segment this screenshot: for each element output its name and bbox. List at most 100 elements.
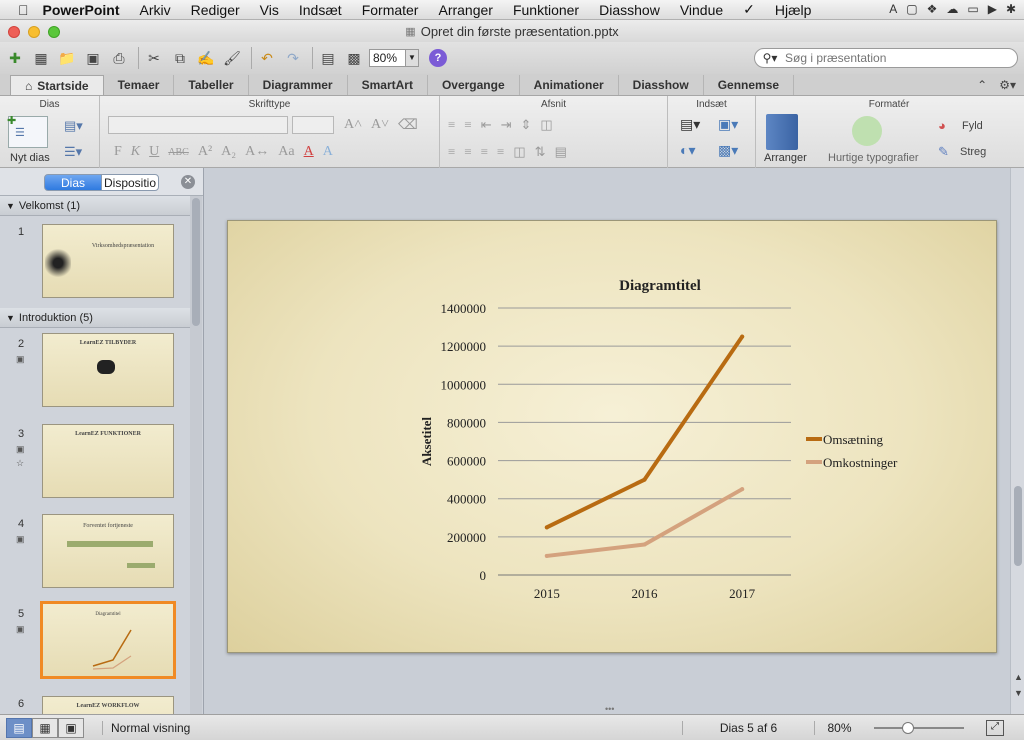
numbering-icon[interactable]: ≡ xyxy=(464,117,471,133)
bullets-icon[interactable]: ≡ xyxy=(448,117,455,133)
tab-slides[interactable]: Dias xyxy=(44,174,102,191)
prev-slide-icon[interactable]: ▲ xyxy=(1014,672,1023,682)
slide-preview[interactable]: LearnEZ WORKFLOW xyxy=(42,696,174,714)
arrange-icon[interactable] xyxy=(766,114,798,150)
superscript-icon[interactable]: A² xyxy=(198,144,212,160)
dropbox-icon[interactable]: ❖ xyxy=(927,2,938,16)
cloud-icon[interactable]: ☁ xyxy=(946,2,958,16)
tab-diagrammer[interactable]: Diagrammer xyxy=(249,75,348,95)
slide-preview[interactable]: Virksomhedspræsentation xyxy=(42,224,174,298)
section-header[interactable]: ▼ Introduktion (5) xyxy=(0,308,190,328)
arrange-button[interactable]: Arranger xyxy=(764,152,807,164)
fill-button[interactable]: Fyld xyxy=(962,120,983,132)
normal-view-button[interactable]: ▤ xyxy=(6,717,32,738)
text-direction-icon[interactable]: ⇅ xyxy=(535,144,546,160)
media-icon[interactable]: ▩▾ xyxy=(718,142,738,159)
slide-preview-selected[interactable]: Diagramtitel xyxy=(40,601,176,679)
zoom-slider[interactable] xyxy=(874,721,964,734)
tab-smartart[interactable]: SmartArt xyxy=(348,75,428,95)
quick-styles-button[interactable]: Hurtige typografier xyxy=(828,152,919,164)
scroll-thumb[interactable] xyxy=(1014,486,1022,566)
apple-icon[interactable]:  xyxy=(18,2,29,18)
text-box-icon[interactable]: ▤▾ xyxy=(680,116,700,133)
sorter-view-button[interactable]: ▦ xyxy=(32,717,58,738)
menu-app-name[interactable]: PowerPoint xyxy=(43,2,120,18)
shrink-font-icon[interactable]: A˅ xyxy=(371,117,389,133)
tab-gennemse[interactable]: Gennemse xyxy=(704,75,795,95)
quick-styles-icon[interactable] xyxy=(852,116,882,146)
menu-vis[interactable]: Vis xyxy=(260,2,279,18)
slide-preview[interactable]: Forventet fortjeneste xyxy=(42,514,174,588)
search-input[interactable] xyxy=(785,51,1005,65)
format-painter-icon[interactable]: 🖌 xyxy=(221,47,243,69)
help-icon[interactable]: ? xyxy=(429,49,447,67)
slide-thumbnail[interactable]: 1 Virksomhedspræsentation xyxy=(0,216,190,306)
search-icon[interactable]: ⚲▾ xyxy=(755,51,785,65)
chart[interactable]: Diagramtitel 0 200000 400000 600000 800000 100… xyxy=(228,221,998,654)
tab-diasshow[interactable]: Diasshow xyxy=(619,75,704,95)
line-icon[interactable]: ✎ xyxy=(938,144,949,160)
bluetooth-icon[interactable]: ✱ xyxy=(1006,2,1016,16)
italic-icon[interactable]: K xyxy=(131,144,140,160)
shape-icon[interactable]: ◐▾ xyxy=(680,142,695,159)
slide-thumbnail[interactable]: 5 ▣ Diagramtitel xyxy=(0,598,190,688)
search-box[interactable]: ⚲▾ xyxy=(754,48,1018,68)
current-slide[interactable]: Diagramtitel 0 200000 400000 600000 800000 100… xyxy=(227,220,997,653)
gallery-icon[interactable]: ▩ xyxy=(343,47,365,69)
line-button[interactable]: Streg xyxy=(960,146,986,158)
template-icon[interactable]: ▦ xyxy=(30,47,52,69)
editor-scrollbar[interactable]: ▲ ▼ xyxy=(1010,168,1024,714)
new-icon[interactable]: ✚ xyxy=(4,47,26,69)
section-icon[interactable]: ☰▾ xyxy=(64,144,82,160)
layout-icon[interactable]: ▤▾ xyxy=(64,118,83,134)
slide-thumbnail[interactable]: 2 ▣ LearnEZ TILBYDER xyxy=(0,328,190,418)
minimize-window-button[interactable] xyxy=(28,26,40,38)
menu-formater[interactable]: Formater xyxy=(362,2,419,18)
font-icon[interactable]: A xyxy=(889,2,897,16)
strikethrough-icon[interactable]: ABC xyxy=(168,147,189,158)
zoom-select[interactable]: 80% ▼ xyxy=(369,49,419,67)
font-name-select[interactable] xyxy=(108,116,288,134)
app-icon[interactable]: ▢ xyxy=(906,2,917,16)
zoom-slider-knob[interactable] xyxy=(902,721,914,734)
align-text-icon[interactable]: ▤ xyxy=(555,144,567,160)
align-right-icon[interactable]: ≡ xyxy=(481,144,488,160)
new-slide-button[interactable]: Nyt dias xyxy=(10,152,50,164)
fill-icon[interactable]: ◕ xyxy=(938,118,946,133)
copy-icon[interactable]: ⧉ xyxy=(169,47,191,69)
menu-funktioner[interactable]: Funktioner xyxy=(513,2,579,18)
undo-icon[interactable]: ↶ xyxy=(256,47,278,69)
tab-tabeller[interactable]: Tabeller xyxy=(174,75,249,95)
underline-icon[interactable]: U xyxy=(149,144,159,160)
redo-icon[interactable]: ↷ xyxy=(282,47,304,69)
grow-font-icon[interactable]: A˄ xyxy=(344,117,362,133)
slide-thumbnail[interactable]: 3 ▣ ☆ LearnEZ FUNKTIONER xyxy=(0,418,190,508)
justify-icon[interactable]: ≡ xyxy=(497,144,504,160)
slide-view-icon[interactable]: ▤ xyxy=(317,47,339,69)
close-icon[interactable]: ✕ xyxy=(181,175,195,189)
gear-icon[interactable]: ⚙▾ xyxy=(999,78,1016,92)
slide-thumbnail[interactable]: 4 ▣ Forventet fortjeneste xyxy=(0,508,190,598)
align-left-icon[interactable]: ≡ xyxy=(448,144,455,160)
new-slide-icon[interactable]: ✚ ☰ xyxy=(7,115,48,148)
tab-overgange[interactable]: Overgange xyxy=(428,75,520,95)
tab-temaer[interactable]: Temaer xyxy=(104,75,175,95)
paste-icon[interactable]: ✍ xyxy=(195,47,217,69)
save-icon[interactable]: ▣ xyxy=(82,47,104,69)
menu-arkiv[interactable]: Arkiv xyxy=(140,2,171,18)
disclosure-icon[interactable]: ▼ xyxy=(6,313,15,323)
bold-icon[interactable]: F xyxy=(114,144,122,160)
print-icon[interactable]: ⎙ xyxy=(108,47,130,69)
menu-arranger[interactable]: Arranger xyxy=(438,2,492,18)
airplay-icon[interactable]: ▭ xyxy=(967,2,978,16)
script-menu-icon[interactable]: ✓ xyxy=(743,1,755,18)
volume-icon[interactable]: ▶ xyxy=(988,2,997,16)
menu-diasshow[interactable]: Diasshow xyxy=(599,2,660,18)
indent-icon[interactable]: ⇥ xyxy=(501,117,512,133)
align-center-icon[interactable]: ≡ xyxy=(464,144,471,160)
line-spacing-icon[interactable]: ⇕ xyxy=(521,117,532,133)
slide-preview[interactable]: LearnEZ TILBYDER xyxy=(42,333,174,407)
font-color-icon[interactable]: A xyxy=(304,144,314,160)
collapse-ribbon-icon[interactable]: ⌃ xyxy=(977,78,987,92)
clear-format-icon[interactable]: ⌫ xyxy=(398,117,418,134)
